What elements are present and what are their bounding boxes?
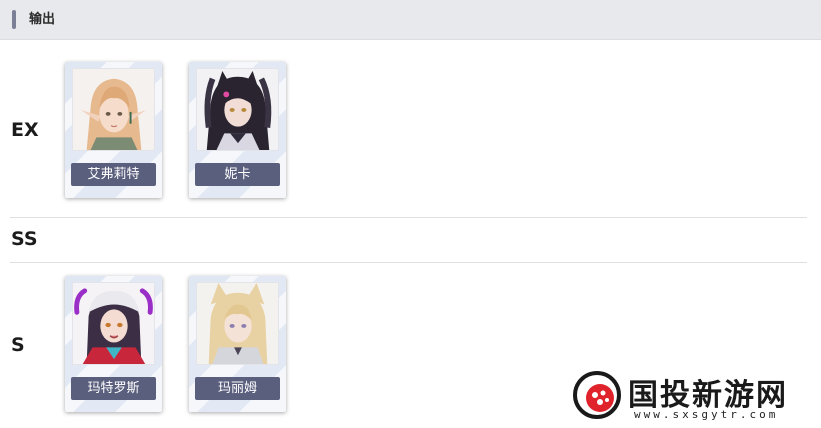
character-card-mariem[interactable]: 玛丽姆 (189, 276, 286, 412)
section-header: 输出 (0, 0, 821, 40)
character-name: 玛丽姆 (195, 377, 280, 400)
cap-girl-portrait-icon (72, 282, 155, 365)
section-title: 输出 (29, 12, 56, 27)
elf-portrait-icon (72, 68, 155, 151)
character-card-evelyt[interactable]: 艾弗莉特 (65, 62, 162, 198)
character-name: 玛特罗斯 (71, 377, 156, 400)
character-card-matelos[interactable]: 玛特罗斯 (65, 276, 162, 412)
catgirl-dark-portrait-icon (196, 68, 279, 151)
watermark-url: www.sxsgytr.com (634, 408, 779, 421)
header-accent-bar (12, 10, 16, 29)
fox-girl-portrait-icon (196, 282, 279, 365)
character-name: 艾弗莉特 (71, 163, 156, 186)
tier-label-s: S (11, 334, 25, 356)
tier-divider (10, 262, 807, 263)
tier-divider (10, 217, 807, 218)
watermark-logo-icon (570, 368, 624, 422)
site-watermark: 国投新游网 www.sxsgytr.com (570, 368, 815, 424)
tier-label-ss: SS (11, 228, 38, 250)
character-name: 妮卡 (195, 163, 280, 186)
tier-label-ex: EX (11, 119, 39, 141)
character-card-nika[interactable]: 妮卡 (189, 62, 286, 198)
